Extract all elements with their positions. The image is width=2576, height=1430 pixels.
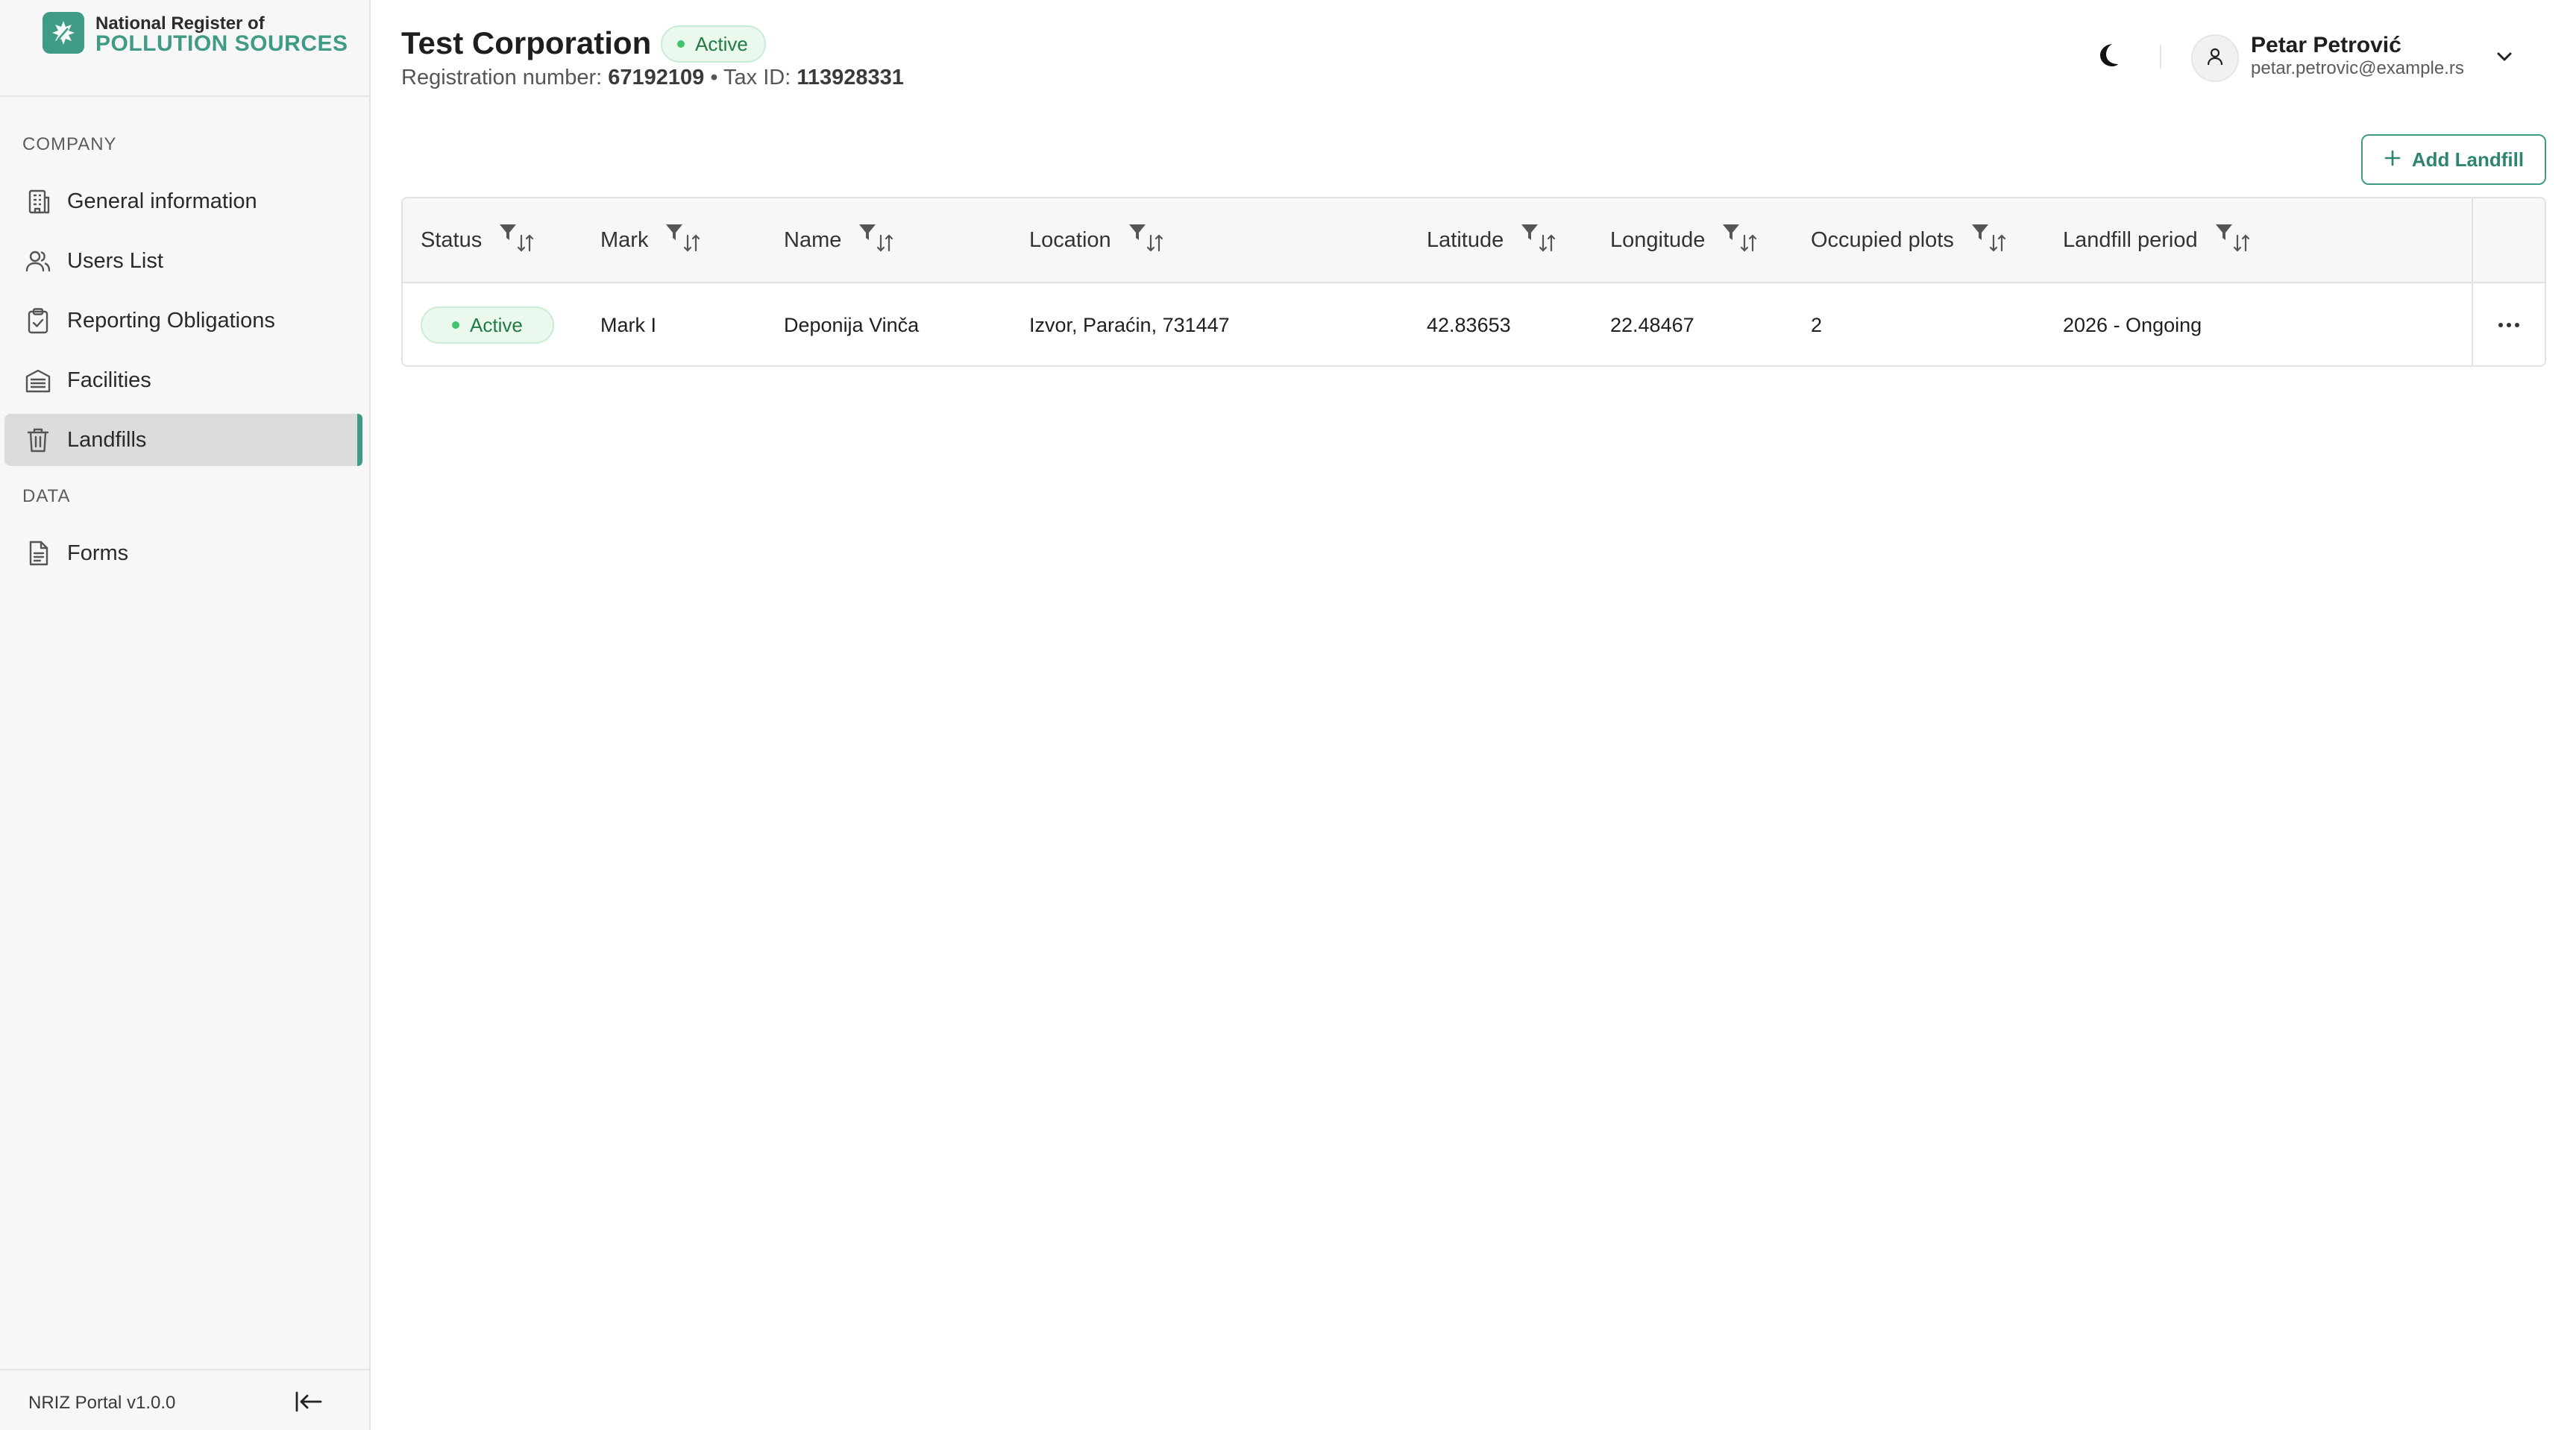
status-badge: Active: [421, 306, 554, 344]
sort-icon[interactable]: [1146, 233, 1165, 253]
user-name[interactable]: Petar Petrović: [2251, 33, 2401, 58]
column-header-label: Mark: [600, 227, 649, 252]
sort-icon[interactable]: [1538, 233, 1557, 253]
user-icon: [2205, 46, 2225, 71]
add-landfill-button[interactable]: Add Landfill: [2361, 134, 2546, 185]
registration-label: Registration number:: [401, 66, 603, 89]
filter-icon[interactable]: [498, 222, 518, 243]
column-header-occupied-plots[interactable]: Occupied plots: [1811, 198, 2008, 282]
tax-id-value: 113928331: [797, 66, 904, 89]
trash-icon: [22, 424, 54, 456]
sidebar-item-label: Facilities: [67, 368, 151, 392]
filter-icon[interactable]: [2214, 222, 2234, 243]
users-icon: [22, 245, 54, 277]
more-horizontal-icon: [2498, 318, 2520, 332]
sidebar-item-landfills[interactable]: Landfills: [4, 414, 362, 466]
sidebar-footer: NRIZ Portal v1.0.0: [0, 1369, 369, 1430]
column-header-actions: [2472, 198, 2545, 282]
collapse-left-icon: [295, 1390, 323, 1417]
building-icon: [22, 186, 54, 217]
table-row[interactable]: Active Mark I Deponija Vinča Izvor, Para…: [403, 283, 2545, 365]
cell-mark: Mark I: [600, 313, 657, 336]
user-email: petar.petrovic@example.rs: [2251, 58, 2464, 78]
sort-icon[interactable]: [2232, 233, 2252, 253]
moon-icon: [2097, 42, 2121, 72]
page-title: Test Corporation: [401, 25, 652, 60]
cell-landfill-period: 2026 - Ongoing: [2063, 313, 2202, 336]
registration-number: 67192109: [608, 66, 705, 89]
sort-icon[interactable]: [1739, 233, 1759, 253]
column-header-name[interactable]: Name: [784, 198, 895, 282]
cell-longitude: 22.48467: [1610, 313, 1694, 336]
status-badge-label: Active: [470, 313, 523, 336]
sidebar-item-label: Users List: [67, 248, 163, 273]
column-header-label: Location: [1029, 227, 1111, 252]
column-header-label: Longitude: [1610, 227, 1706, 252]
filter-icon[interactable]: [858, 222, 877, 243]
cell-name: Deponija Vinča: [784, 313, 920, 336]
sidebar: National Register of POLLUTION SOURCES C…: [0, 0, 371, 1430]
app-version: NRIZ Portal v1.0.0: [28, 1393, 176, 1413]
sidebar-item-label: General information: [67, 189, 257, 213]
tax-id-label: Tax ID:: [723, 66, 791, 89]
header-divider: [2160, 45, 2161, 69]
add-landfill-label: Add Landfill: [2411, 148, 2525, 171]
status-badge: Active: [661, 25, 766, 63]
column-header-latitude[interactable]: Latitude: [1427, 198, 1557, 282]
sort-icon[interactable]: [682, 233, 702, 253]
cell-status: Active: [421, 283, 554, 365]
theme-toggle-button[interactable]: [2093, 40, 2126, 73]
sidebar-item-reporting-obligations[interactable]: Reporting Obligations: [4, 294, 362, 347]
column-header-label: Occupied plots: [1811, 227, 1954, 252]
column-header-landfill-period[interactable]: Landfill period: [2063, 198, 2252, 282]
status-badge-label: Active: [695, 32, 748, 55]
filter-icon[interactable]: [1520, 222, 1539, 243]
section-label-company: COMPANY: [22, 134, 117, 154]
clipboard-check-icon: [22, 305, 54, 336]
filter-icon[interactable]: [1721, 222, 1741, 243]
avatar[interactable]: [2191, 34, 2239, 82]
user-menu-button[interactable]: [2492, 46, 2516, 70]
section-label-data: DATA: [22, 486, 71, 506]
sidebar-item-label: Forms: [67, 541, 129, 565]
filter-icon[interactable]: [1128, 222, 1147, 243]
column-header-label: Latitude: [1427, 227, 1504, 252]
status-dot-icon: [677, 40, 685, 48]
document-icon: [22, 538, 54, 569]
sidebar-item-forms[interactable]: Forms: [4, 527, 362, 579]
column-header-label: Name: [784, 227, 842, 252]
brand-subtitle: POLLUTION SOURCES: [95, 31, 348, 56]
brand-logo[interactable]: National Register of POLLUTION SOURCES: [0, 0, 369, 97]
column-header-location[interactable]: Location: [1029, 198, 1165, 282]
filter-icon[interactable]: [665, 222, 684, 243]
sort-icon[interactable]: [876, 233, 895, 253]
column-header-longitude[interactable]: Longitude: [1610, 198, 1759, 282]
sidebar-item-label: Reporting Obligations: [67, 308, 275, 333]
table-header: Status Mark Name Location Latitude Longi…: [403, 198, 2545, 283]
plus-icon: [2384, 149, 2401, 171]
status-dot-icon: [452, 321, 459, 329]
sort-icon[interactable]: [516, 233, 535, 253]
column-header-status[interactable]: Status: [421, 198, 535, 282]
sort-icon[interactable]: [1988, 233, 2008, 253]
collapse-sidebar-button[interactable]: [291, 1387, 327, 1420]
column-header-label: Landfill period: [2063, 227, 2198, 252]
leaf-logo-icon: [43, 12, 84, 54]
identifier-separator: •: [710, 66, 718, 89]
sidebar-item-facilities[interactable]: Facilities: [4, 354, 362, 406]
cell-latitude: 42.83653: [1427, 313, 1511, 336]
cell-occupied-plots: 2: [1811, 313, 1823, 336]
landfills-table: Status Mark Name Location Latitude Longi…: [401, 197, 2546, 367]
company-identifiers: Registration number: 67192109 • Tax ID: …: [401, 66, 904, 90]
sidebar-item-label: Landfills: [67, 427, 147, 452]
row-actions-button[interactable]: [2472, 283, 2545, 365]
facility-icon: [22, 365, 54, 396]
cell-location: Izvor, Paraćin, 731447: [1029, 313, 1230, 336]
sidebar-item-general-information[interactable]: General information: [4, 175, 362, 227]
column-header-mark[interactable]: Mark: [600, 198, 702, 282]
filter-icon[interactable]: [1970, 222, 1990, 243]
sidebar-item-users-list[interactable]: Users List: [4, 235, 362, 287]
column-header-label: Status: [421, 227, 483, 252]
chevron-down-icon: [2495, 51, 2513, 66]
